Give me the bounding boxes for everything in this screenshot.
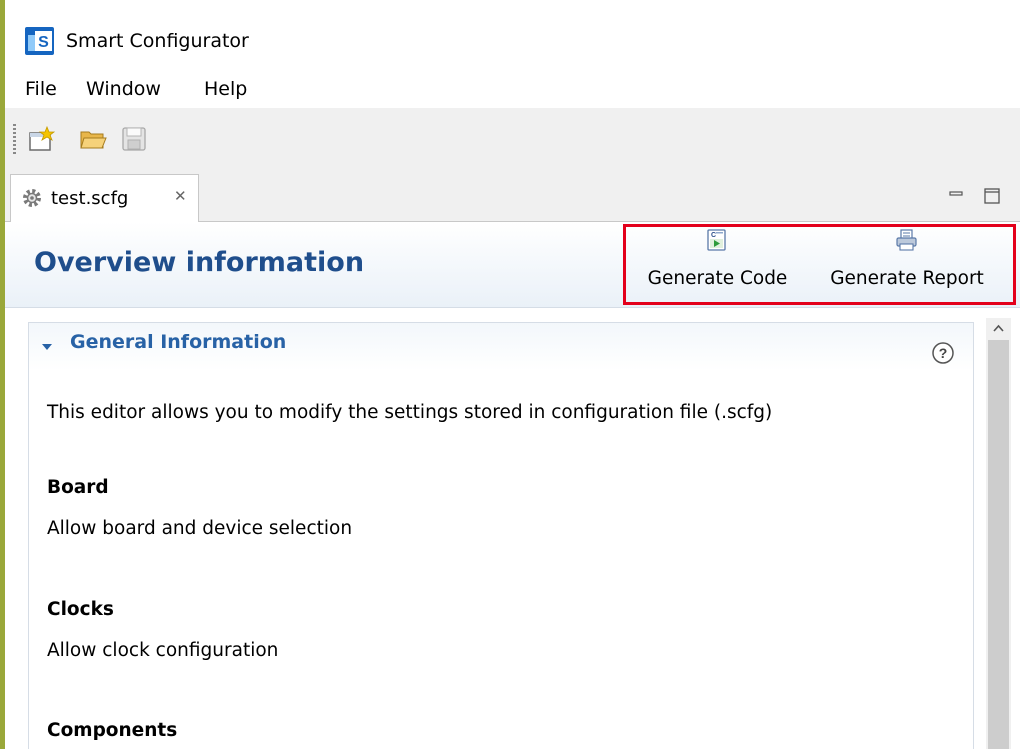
generate-report-label: Generate Report [830, 268, 984, 289]
editor-content: General Information ? This editor allows… [5, 308, 1020, 749]
tab-test-scfg[interactable]: test.scfg ✕ [10, 174, 199, 222]
editor-tab-strip: test.scfg ✕ [5, 170, 1020, 222]
open-folder-icon[interactable] [79, 125, 107, 153]
help-icon[interactable]: ? [931, 341, 955, 365]
board-heading: Board [47, 477, 109, 498]
app-title: Smart Configurator [66, 30, 249, 52]
svg-text:C: C [711, 232, 716, 239]
generate-report-icon [896, 229, 917, 251]
svg-text:?: ? [939, 345, 948, 361]
new-file-icon[interactable] [27, 125, 55, 153]
board-text: Allow board and device selection [47, 518, 353, 539]
svg-text:S: S [38, 34, 49, 51]
menu-file[interactable]: File [25, 78, 57, 100]
section-description: This editor allows you to modify the set… [47, 402, 773, 423]
vertical-scrollbar[interactable] [986, 318, 1011, 749]
page-title: Overview information [34, 247, 365, 278]
tab-label: test.scfg [51, 188, 129, 209]
minimize-icon[interactable] [946, 186, 966, 206]
menu-window[interactable]: Window [86, 78, 161, 100]
generate-report-button[interactable]: Generate Report [819, 222, 995, 302]
scroll-up-icon[interactable] [986, 318, 1011, 340]
clocks-text: Allow clock configuration [47, 640, 279, 661]
components-heading: Components [47, 720, 178, 741]
overview-header: Overview information C Generate Code Gen… [5, 222, 1020, 308]
generate-code-button[interactable]: C Generate Code [644, 222, 791, 302]
save-icon[interactable] [120, 125, 148, 153]
clocks-heading: Clocks [47, 599, 114, 620]
section-header[interactable]: General Information ? [29, 323, 973, 371]
menu-bar: File Window Help [5, 74, 1020, 108]
generate-code-label: Generate Code [647, 268, 788, 289]
chevron-down-icon[interactable] [41, 341, 53, 353]
gear-icon [23, 189, 41, 207]
generate-code-icon: C [707, 229, 726, 251]
toolbar [5, 108, 1020, 170]
maximize-icon[interactable] [982, 186, 1002, 206]
toolbar-grip[interactable] [13, 124, 16, 154]
menu-help[interactable]: Help [204, 78, 247, 100]
app-logo-icon: S [25, 27, 54, 55]
general-information-section: General Information ? This editor allows… [28, 322, 974, 749]
section-title: General Information [70, 331, 287, 353]
scroll-thumb[interactable] [988, 340, 1009, 749]
tab-close-icon[interactable]: ✕ [174, 187, 187, 205]
